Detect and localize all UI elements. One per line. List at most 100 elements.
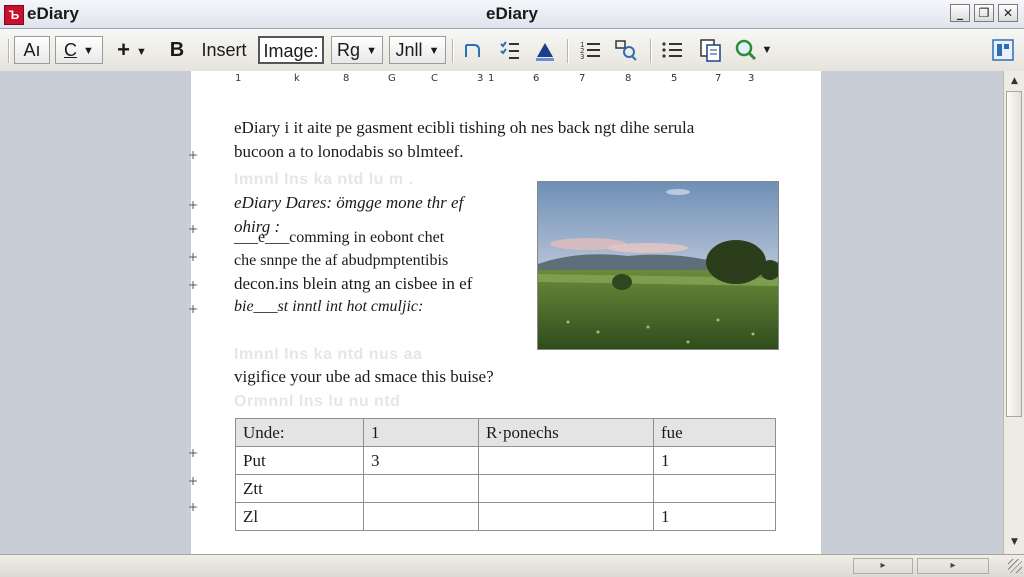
table-cell[interactable]: Ζl [235, 502, 364, 531]
close-button[interactable]: ✕ [998, 4, 1018, 22]
window-title: eDiary [486, 4, 538, 23]
workspace-left [0, 71, 191, 554]
table-row: Put 3 1 [235, 446, 776, 475]
paragraph-line[interactable]: che snnpe the af abudpmptentibis [234, 252, 448, 270]
ruler-mark: 7 [579, 73, 586, 84]
copy-icon[interactable] [698, 37, 724, 63]
ruler-mark: 3 [748, 73, 755, 84]
chevron-down-icon: ▼ [135, 46, 147, 59]
style-select[interactable]: C ▼ [55, 36, 103, 64]
table-cell[interactable] [653, 474, 776, 503]
table-cell[interactable] [363, 474, 479, 503]
toolbar-separator [650, 39, 652, 63]
checklist-icon[interactable] [497, 37, 523, 63]
margin-marker: + [188, 500, 199, 514]
bold-button[interactable]: B [164, 36, 190, 64]
data-table[interactable]: Unde: 1 R·ponechs fue Put 3 1 Ζtt Ζl 1 [235, 418, 776, 531]
table-header-cell[interactable]: fue [653, 418, 776, 447]
workspace-right [821, 71, 1003, 554]
paragraph-line[interactable]: bucoon a to lonodabis so blmteef. [234, 142, 463, 162]
landscape-image[interactable] [537, 181, 779, 350]
numbered-list-icon[interactable]: 1 2 3 [577, 37, 603, 63]
table-cell[interactable] [478, 474, 654, 503]
title-bar: Ъ eDiary eDiary _ ❐ ✕ [0, 0, 1024, 29]
table-cell[interactable]: Ζtt [235, 474, 364, 503]
ruler: 1 k 8 G C 3 1 6 7 8 5 7 3 [191, 71, 821, 87]
margin-marker: + [188, 250, 199, 264]
restore-button[interactable]: ❐ [974, 4, 994, 22]
style-select-label: C [64, 40, 78, 60]
margin-marker: + [188, 474, 199, 488]
ruler-mark: 1 [235, 73, 242, 84]
vertical-scrollbar[interactable]: ▲ ▼ [1003, 71, 1024, 554]
table-row: Ζl 1 [235, 502, 776, 531]
font-button[interactable]: Aı [14, 36, 50, 64]
ruler-mark: 5 [671, 73, 678, 84]
chevron-down-icon: ▼ [366, 45, 377, 58]
margin-marker: + [188, 446, 199, 460]
table-header-cell[interactable]: 1 [363, 418, 479, 447]
margin-marker: + [188, 278, 199, 292]
table-cell[interactable] [478, 446, 654, 475]
add-button-label: + [117, 37, 130, 62]
svg-text:3: 3 [580, 53, 584, 61]
jnll-select[interactable]: Jnll ▼ [389, 36, 446, 64]
table-cell[interactable] [478, 502, 654, 531]
font-button-label: Aı [23, 40, 41, 60]
paragraph-line[interactable]: eDiary Dares: ömgge mone thr ef [234, 193, 463, 213]
status-cell: ▸ [917, 558, 989, 574]
insert-button[interactable]: Insert [198, 36, 250, 64]
find-replace-icon[interactable] [613, 37, 639, 63]
paragraph-line[interactable]: ___e___comming in eobont chet [234, 229, 444, 247]
image-button[interactable]: Image: [258, 36, 324, 64]
status-cell: ▸ [853, 558, 913, 574]
paragraph-line[interactable]: vigifice your ube ad smace this buise? [234, 367, 494, 387]
toolbar-separator [452, 39, 454, 63]
rg-select[interactable]: Rg ▼ [331, 36, 383, 64]
document-page[interactable]: 1 k 8 G C 3 1 6 7 8 5 7 3 eDiary i it ai… [191, 71, 821, 554]
ruler-mark: 8 [625, 73, 632, 84]
table-header-row: Unde: 1 R·ponechs fue [235, 418, 776, 447]
rg-select-label: Rg [337, 40, 361, 60]
scroll-down-icon[interactable]: ▼ [1006, 534, 1023, 550]
undo-icon[interactable] [460, 37, 486, 63]
zoom-icon[interactable] [733, 37, 759, 63]
add-button[interactable]: + ▼ [112, 36, 152, 64]
minimize-button[interactable]: _ [950, 4, 970, 22]
jnll-select-label: Jnll [395, 40, 423, 60]
scroll-thumb[interactable] [1006, 91, 1022, 417]
paragraph-line[interactable]: bie___st inntl int hot cmuljic: [234, 298, 423, 316]
ruler-mark: 1 [488, 73, 495, 84]
ruler-mark: 3 [477, 73, 484, 84]
toolbar: Aı C ▼ + ▼ B Insert Image: Rg ▼ Jnll ▼ 1 2 3 [0, 29, 1024, 72]
margin-marker: + [188, 198, 199, 212]
highlight-icon[interactable] [532, 37, 558, 63]
table-cell[interactable]: Put [235, 446, 364, 475]
margin-marker: + [188, 148, 199, 162]
table-header-cell[interactable]: R·ponechs [478, 418, 654, 447]
paragraph-line[interactable]: decon.ins blein atng an cisbee in ef [234, 274, 472, 294]
chevron-down-icon: ▼ [428, 45, 440, 58]
resize-grip-icon[interactable] [1008, 559, 1022, 573]
help-icon[interactable] [990, 37, 1016, 63]
ruler-mark: k [294, 73, 300, 84]
paragraph-line[interactable]: eDiary i it aite pe gasment ecibli tishi… [234, 118, 694, 138]
list-icon[interactable] [659, 37, 685, 63]
table-header-cell[interactable]: Unde: [235, 418, 364, 447]
table-cell[interactable]: 1 [653, 446, 776, 475]
status-bar: ▸ ▸ [0, 554, 1024, 577]
table-row: Ζtt [235, 474, 776, 503]
scroll-up-icon[interactable]: ▲ [1006, 73, 1023, 89]
margin-marker: + [188, 302, 199, 316]
toolbar-separator [567, 39, 569, 63]
toolbar-separator [8, 39, 10, 63]
faded-line: Imnnl Ins ka ntd nus aa [234, 346, 423, 363]
table-cell[interactable] [363, 502, 479, 531]
ruler-mark: 7 [715, 73, 722, 84]
margin-marker: + [188, 222, 199, 236]
ruler-mark: G [388, 73, 396, 84]
table-cell[interactable]: 3 [363, 446, 479, 475]
zoom-dropdown-chevron-icon[interactable]: ▼ [760, 36, 774, 64]
ruler-mark: 8 [343, 73, 350, 84]
table-cell[interactable]: 1 [653, 502, 776, 531]
